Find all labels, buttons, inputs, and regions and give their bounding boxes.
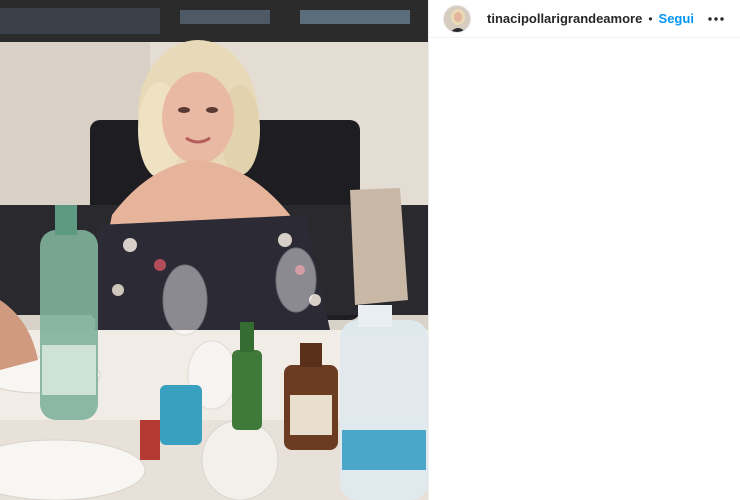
post-image — [0, 0, 428, 500]
profile-avatar[interactable] — [443, 4, 471, 33]
more-horizontal-icon — [708, 16, 724, 21]
instagram-post: tinacipollarigrandeamore • Segui — [0, 0, 740, 500]
post-photo[interactable] — [0, 0, 428, 500]
post-side-panel: tinacipollarigrandeamore • Segui — [428, 0, 740, 500]
separator-dot: • — [648, 11, 653, 26]
more-options-button[interactable] — [704, 7, 728, 31]
follow-button[interactable]: Segui — [659, 11, 694, 26]
username[interactable]: tinacipollarigrandeamore — [487, 11, 642, 26]
avatar-image — [444, 5, 470, 32]
post-header: tinacipollarigrandeamore • Segui — [429, 0, 740, 38]
